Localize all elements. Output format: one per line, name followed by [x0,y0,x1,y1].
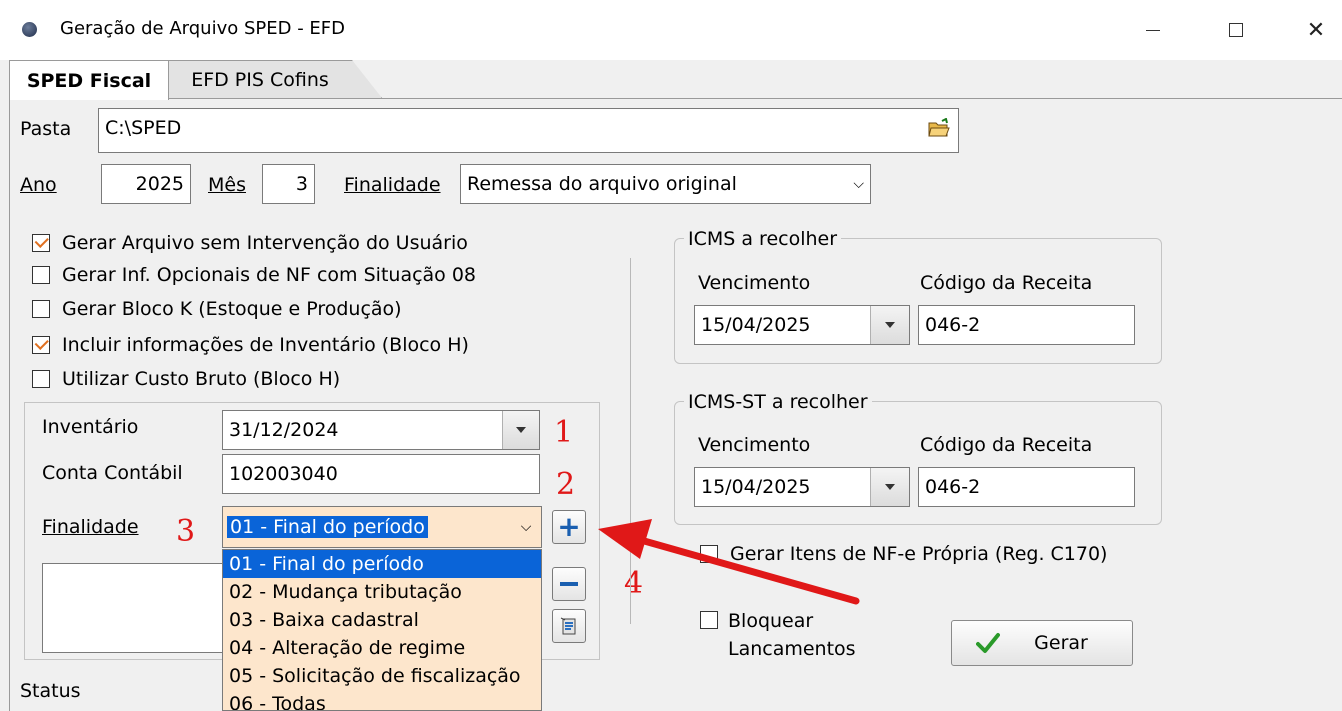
checkbox-sem-intervencao[interactable] [32,234,50,252]
tab-label: SPED Fiscal [26,69,152,92]
bloquear-label-line2: Lancamentos [728,638,856,660]
checkbox-label: Incluir informações de Inventário (Bloco… [62,334,469,356]
pasta-input[interactable]: C:\SPED [98,108,959,153]
inventario-label: Inventário [42,416,139,438]
icms-st-vencimento-value: 15/04/2025 [701,476,811,498]
mes-input[interactable]: 3 [262,164,315,204]
icms-st-codigo-label: Código da Receita [920,434,1093,456]
dropdown-option[interactable]: 05 - Solicitação de fiscalização [223,662,541,690]
icms-st-vencimento-label: Vencimento [698,434,811,456]
annotation-arrow [598,519,860,605]
finalidade-select[interactable]: Remessa do arquivo original ⌵ [460,164,871,204]
conta-contabil-label: Conta Contábil [42,462,183,484]
minimize-icon [1146,29,1160,31]
dropdown-option[interactable]: 06 - Todas [223,690,541,710]
gerar-button-label: Gerar [1034,632,1088,654]
annotation-number: 3 [176,514,196,549]
ano-label: Ano [20,174,57,196]
clear-button[interactable] [552,609,586,643]
status-label: Status [20,680,81,702]
checkbox-label: Gerar Inf. Opcionais de NF com Situação … [62,264,477,286]
add-button[interactable]: + [552,510,586,544]
icms-codigo-input[interactable]: 046-2 [918,305,1135,345]
icms-vencimento-label: Vencimento [698,272,811,294]
tab-label: EFD PIS Cofins [191,68,329,91]
checkbox-custo-bruto[interactable] [32,370,50,388]
icms-vencimento-select[interactable]: 15/04/2025 [694,305,910,345]
remove-button[interactable] [552,567,586,601]
icms-group-title: ICMS a recolher [684,228,842,250]
chevron-down-icon[interactable]: ⌵ [511,519,541,535]
ano-input[interactable]: 2025 [101,164,191,204]
maximize-button[interactable] [1218,14,1254,46]
finalidade-dropdown-list[interactable]: 01 - Final do período 02 - Mudança tribu… [222,549,542,711]
annotation-number: 2 [556,467,576,502]
minus-icon [560,582,578,586]
close-button[interactable]: ✕ [1298,14,1334,46]
icms-st-group-title: ICMS-ST a recolher [684,391,872,413]
icms-vencimento-value: 15/04/2025 [701,314,811,336]
finalidade-value: Remessa do arquivo original [467,173,737,195]
dropdown-arrow-icon [885,322,895,328]
inventario-date-select[interactable]: 31/12/2024 [222,410,540,450]
checkmark-icon [976,633,1001,653]
inventario-finalidade-select[interactable]: 01 - Final do período ⌵ [222,506,542,548]
checkbox-label: Gerar Arquivo sem Intervenção do Usuário [62,232,468,254]
folder-open-icon[interactable] [926,116,952,140]
inventario-finalidade-value: 01 - Final do período [227,516,428,538]
checkbox-opcionais-nf[interactable] [32,266,50,284]
maximize-icon [1229,23,1243,37]
finalidade-label: Finalidade [344,174,441,196]
checkbox-inventario-bloco-h[interactable] [32,336,50,354]
dropdown-option[interactable]: 04 - Alteração de regime [223,634,541,662]
annotation-number: 1 [554,415,574,450]
icms-codigo-label: Código da Receita [920,272,1093,294]
app-icon [22,22,37,37]
checkbox-label: Gerar Bloco K (Estoque e Produção) [62,298,402,320]
checkbox-label: Utilizar Custo Bruto (Bloco H) [62,368,341,390]
dropdown-option[interactable]: 02 - Mudança tributação [223,578,541,606]
tab-sped-fiscal[interactable]: SPED Fiscal [9,60,169,100]
clear-icon [560,617,576,635]
dropdown-button[interactable] [870,306,909,344]
dropdown-button[interactable] [870,468,909,506]
dropdown-button[interactable] [502,411,539,449]
dropdown-arrow-icon [885,484,895,490]
gerar-button[interactable]: Gerar [951,620,1133,666]
pasta-label: Pasta [20,118,72,140]
mes-label: Mês [208,174,246,196]
close-icon: ✕ [1306,17,1326,43]
dropdown-option[interactable]: 01 - Final do período [223,550,541,578]
chevron-down-icon: ⌵ [853,176,864,192]
conta-contabil-input[interactable]: 102003040 [222,454,540,494]
checkbox-bloco-k[interactable] [32,300,50,318]
dropdown-arrow-icon [516,427,526,433]
minimize-button[interactable] [1135,14,1171,46]
icms-st-vencimento-select[interactable]: 15/04/2025 [694,467,910,507]
inventario-value: 31/12/2024 [229,419,339,441]
icms-st-codigo-input[interactable]: 046-2 [918,467,1135,507]
plus-icon: + [557,510,581,543]
dropdown-option[interactable]: 03 - Baixa cadastral [223,606,541,634]
tab-efd-pis-cofins[interactable]: EFD PIS Cofins [168,60,382,98]
tab-divider [9,98,1342,99]
inventario-finalidade-label: Finalidade [42,516,139,538]
window-title: Geração de Arquivo SPED - EFD [60,18,345,39]
finalidade-list-box[interactable] [42,563,226,653]
icms-group [674,238,1162,364]
